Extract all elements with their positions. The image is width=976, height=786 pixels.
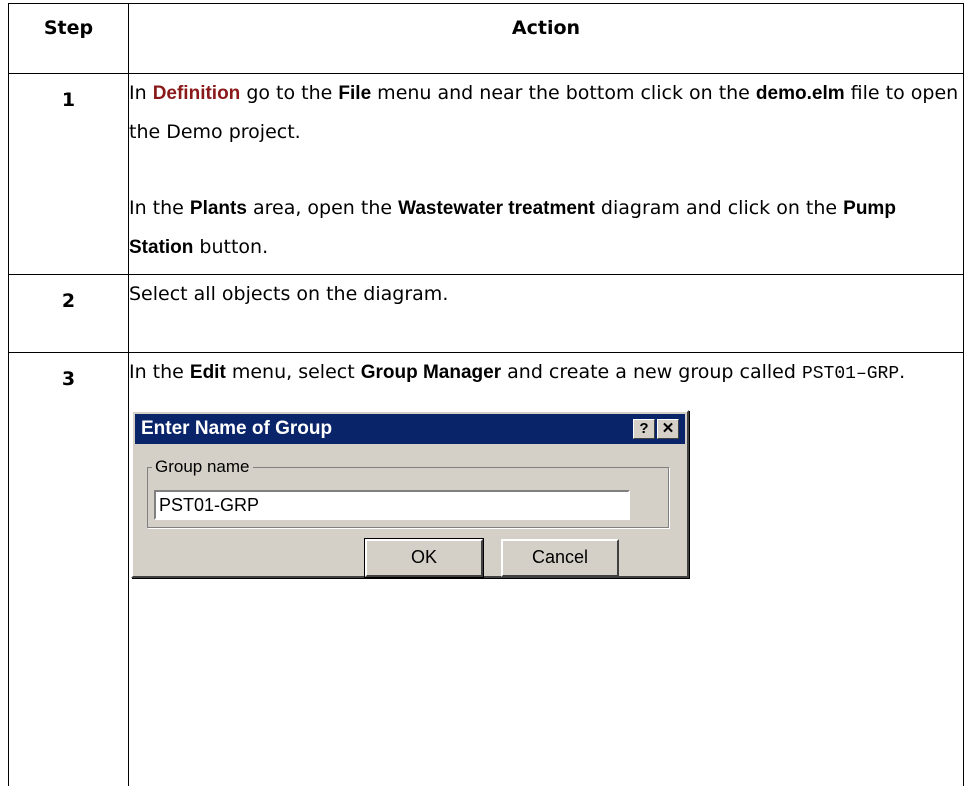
instruction-text: In Definition go to the File menu and ne… xyxy=(129,82,959,143)
step-number: 2 xyxy=(8,274,129,353)
cancel-button[interactable]: Cancel xyxy=(501,539,619,577)
instruction-text: In the Plants area, open the Wastewater … xyxy=(129,197,896,258)
dialog-titlebar: Enter Name of Group ? ✕ xyxy=(135,414,685,444)
table-row: 3 In the Edit menu, select Group Manager… xyxy=(8,352,964,786)
instruction-text: In the Edit menu, select Group Manager a… xyxy=(129,361,906,384)
help-icon: ? xyxy=(639,420,649,437)
table-row: 2 Select all objects on the diagram. xyxy=(8,274,964,353)
step-number: 3 xyxy=(8,352,129,786)
dialog-title: Enter Name of Group xyxy=(141,418,333,439)
instruction-text: Select all objects on the diagram. xyxy=(129,283,449,305)
step-action: Select all objects on the diagram. xyxy=(128,274,964,353)
step-number: 1 xyxy=(8,73,129,275)
step-action: In the Edit menu, select Group Manager a… xyxy=(128,352,964,786)
header-action: Action xyxy=(128,3,964,74)
steps-table: Step Action 1 In Definition go to the Fi… xyxy=(8,3,964,786)
group-name-groupbox: Group name PST01-GRP xyxy=(147,458,669,528)
close-icon: ✕ xyxy=(661,420,675,437)
help-button[interactable]: ? xyxy=(633,419,655,439)
close-button[interactable]: ✕ xyxy=(657,419,679,439)
enter-group-name-dialog: Enter Name of Group ? ✕ Group name PST01… xyxy=(131,410,689,578)
ok-button[interactable]: OK xyxy=(364,538,484,578)
table-row: 1 In Definition go to the File menu and … xyxy=(8,73,964,275)
header-step: Step xyxy=(8,3,129,74)
group-name-label: Group name xyxy=(155,457,250,476)
group-name-input[interactable]: PST01-GRP xyxy=(154,490,630,520)
step-action: In Definition go to the File menu and ne… xyxy=(128,73,964,275)
